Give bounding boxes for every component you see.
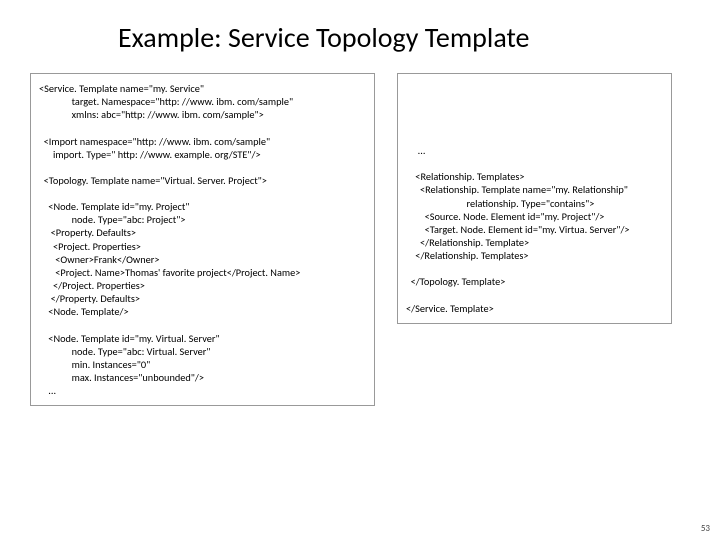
slide-title: Example: Service Topology Template [118,20,690,55]
code-line: </Project. Properties> [39,279,366,292]
code-line: <Project. Name>Thomas' favorite project<… [39,266,366,279]
code-line: <Node. Template id="my. Project" [39,200,366,213]
code-line: <Relationship. Template name="my. Relati… [406,183,663,196]
spacer [406,82,663,144]
code-block-left: <Service. Template name="my. Service" ta… [30,73,375,406]
blank-line [39,122,366,135]
code-line: import. Type=" http: //www. example. org… [39,148,366,161]
code-line: node. Type="abc: Project"> [39,213,366,226]
code-line: <Owner>Frank</Owner> [39,253,366,266]
content-columns: <Service. Template name="my. Service" ta… [30,73,690,406]
code-line: <Relationship. Templates> [406,170,663,183]
blank-line [406,157,663,170]
code-line: <Source. Node. Element id="my. Project"/… [406,210,663,223]
blank-line [39,319,366,332]
code-line: <Target. Node. Element id="my. Virtua. S… [406,223,663,236]
code-line: </Service. Template> [406,302,663,315]
code-line: <Property. Defaults> [39,226,366,239]
code-line: max. Instances="unbounded"/> [39,371,366,384]
blank-line [406,262,663,275]
code-line: <Node. Template/> [39,305,366,318]
blank-line [406,289,663,302]
code-line: <Project. Properties> [39,240,366,253]
blank-line [39,161,366,174]
code-line: </Relationship. Templates> [406,249,663,262]
page-number: 53 [701,523,710,534]
code-line: <Service. Template name="my. Service" [39,82,366,95]
code-line: ... [39,384,366,397]
code-line: ... [406,144,663,157]
code-line: target. Namespace="http: //www. ibm. com… [39,95,366,108]
code-line: </Property. Defaults> [39,292,366,305]
code-line: xmlns: abc="http: //www. ibm. com/sample… [39,108,366,121]
code-line: min. Instances="0" [39,358,366,371]
code-line: <Node. Template id="my. Virtual. Server" [39,332,366,345]
code-line: </Topology. Template> [406,275,663,288]
code-line: node. Type="abc: Virtual. Server" [39,345,366,358]
slide: Example: Service Topology Template <Serv… [0,0,720,540]
code-line: </Relationship. Template> [406,236,663,249]
code-line: <Topology. Template name="Virtual. Serve… [39,174,366,187]
blank-line [39,187,366,200]
code-line: <Import namespace="http: //www. ibm. com… [39,135,366,148]
code-line: relationship. Type="contains"> [406,197,663,210]
code-block-right: ... <Relationship. Templates> <Relations… [397,73,672,324]
